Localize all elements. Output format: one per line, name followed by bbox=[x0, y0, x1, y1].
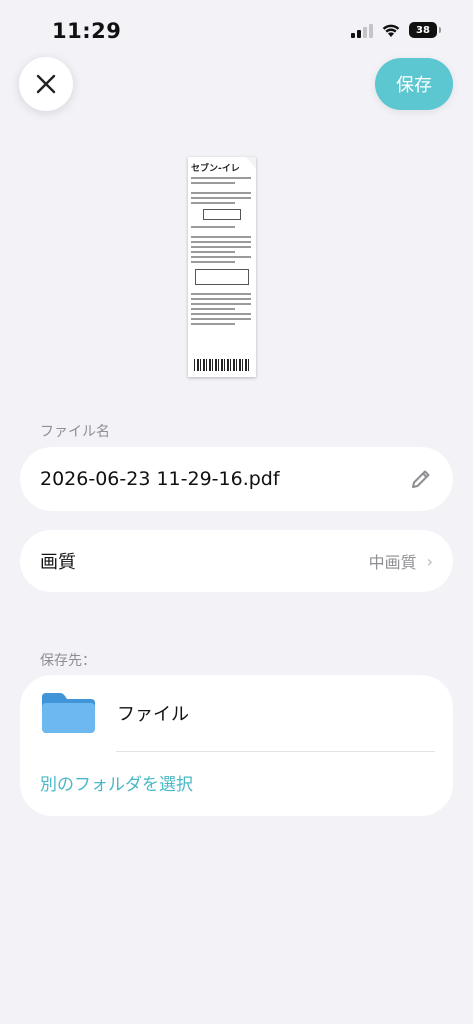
status-bar: 11:29 38 bbox=[0, 0, 473, 56]
wifi-icon bbox=[382, 24, 400, 37]
status-time: 11:29 bbox=[52, 19, 122, 43]
receipt-credit-box bbox=[195, 269, 249, 285]
quality-row[interactable]: 画質 中画質 › bbox=[20, 530, 453, 592]
receipt-barcode bbox=[194, 359, 250, 371]
destination-card: ファイル 別のフォルダを選択 bbox=[20, 675, 453, 816]
pencil-icon[interactable] bbox=[409, 467, 433, 491]
close-button[interactable] bbox=[19, 57, 73, 111]
destination-section-label: 保存先： bbox=[40, 653, 96, 669]
filename-card: 2026-06-23 11-29-16.pdf bbox=[20, 447, 453, 511]
quality-card: 画質 中画質 › bbox=[20, 530, 453, 592]
cellular-signal-icon bbox=[351, 22, 373, 38]
filename-value[interactable]: 2026-06-23 11-29-16.pdf bbox=[40, 468, 409, 490]
battery-icon: 38 bbox=[409, 22, 441, 38]
filename-section-label: ファイル名 bbox=[40, 424, 110, 440]
quality-label: 画質 bbox=[40, 552, 76, 573]
receipt-store-name: セブン-イレ bbox=[191, 164, 240, 174]
close-icon bbox=[36, 74, 56, 94]
folder-name: ファイル bbox=[117, 704, 189, 725]
folder-row[interactable]: ファイル bbox=[20, 675, 453, 751]
document-thumbnail: セブン-イレ bbox=[188, 157, 256, 377]
chevron-right-icon: › bbox=[426, 551, 433, 571]
receipt-title-box bbox=[203, 209, 241, 220]
save-button[interactable]: 保存 bbox=[375, 58, 453, 110]
quality-value: 中画質 bbox=[368, 553, 417, 572]
status-icons: 38 bbox=[351, 22, 441, 38]
folder-icon bbox=[42, 693, 95, 733]
choose-folder-link[interactable]: 別のフォルダを選択 bbox=[20, 752, 453, 800]
battery-level: 38 bbox=[416, 24, 430, 36]
filename-field[interactable]: 2026-06-23 11-29-16.pdf bbox=[20, 447, 453, 511]
